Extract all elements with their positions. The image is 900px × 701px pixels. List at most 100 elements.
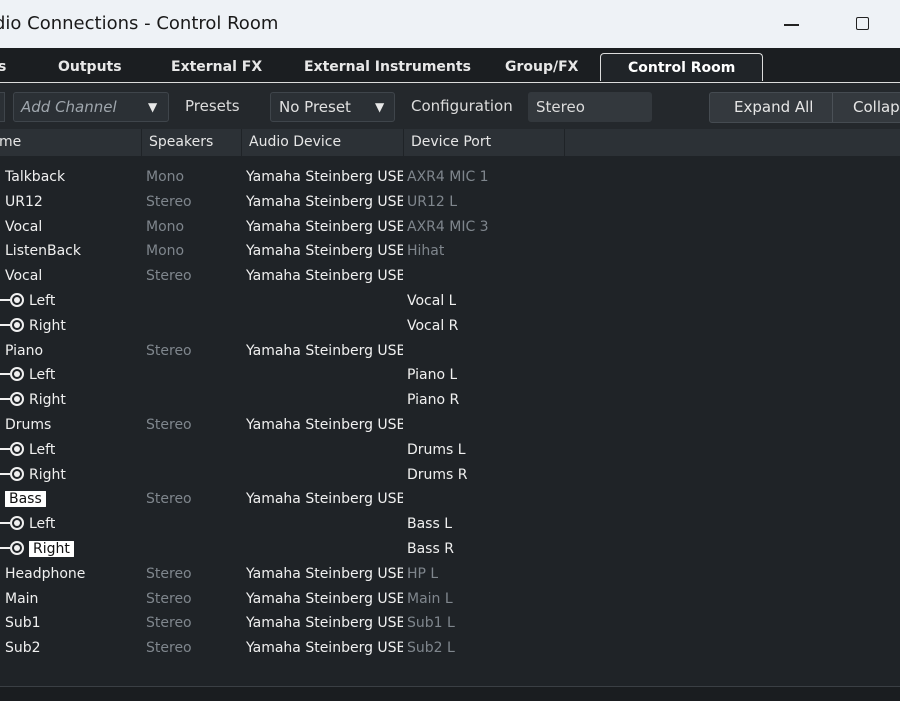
device-port-cell[interactable]: Drums R [407,467,468,483]
configuration-field[interactable]: Stereo [528,92,652,122]
audio-device-cell[interactable]: Yamaha Steinberg USB ASIO [246,566,403,582]
audio-device-cell[interactable]: Yamaha Steinberg USB ASIO [246,417,403,433]
name-cell[interactable]: Sub2 [5,640,41,656]
expand-all-button[interactable]: Expand All [734,98,813,116]
name-cell[interactable]: Main [5,591,38,607]
audio-device-cell[interactable]: Yamaha Steinberg USB ASIO [246,243,403,259]
table-row[interactable]: Drums Stereo Yamaha Steinberg USB ASIO [0,413,900,438]
speakers-cell[interactable]: Mono [146,219,184,235]
table-row[interactable]: Sub1 Stereo Yamaha Steinberg USB ASIOSub1 … [0,611,900,636]
device-port-cell[interactable]: Sub1 L [407,615,455,631]
name-cell[interactable]: Left [0,293,55,309]
speakers-cell[interactable]: Stereo [146,268,192,284]
speakers-cell[interactable]: Stereo [146,491,192,507]
device-port-cell[interactable]: Vocal L [407,293,456,309]
column-speakers[interactable]: Speakers [142,129,242,156]
name-cell[interactable]: Right [0,466,66,483]
speakers-cell[interactable]: Stereo [146,640,192,656]
column-audio-device[interactable]: Audio Device [242,129,404,156]
preset-select[interactable]: No Preset ▼ [270,92,395,122]
audio-device-cell[interactable]: Yamaha Steinberg USB ASIO [246,268,403,284]
name-cell[interactable]: Bass [5,491,46,508]
device-port-cell[interactable]: HP L [407,566,438,582]
table-row[interactable]: ListenBack Mono Yamaha Steinberg USB ASIOH… [0,239,900,264]
toolbar-left-control[interactable] [0,92,5,122]
name-cell[interactable]: Left [0,516,55,532]
device-port-cell[interactable]: Main L [407,591,453,607]
device-port-cell[interactable]: AXR4 MIC 1 [407,169,489,185]
name-cell[interactable]: Talkback [5,169,65,185]
table-row[interactable]: UR12 Stereo Yamaha Steinberg USB ASIOUR12 … [0,190,900,215]
channel-name: Vocal [5,218,43,235]
name-cell[interactable]: Vocal [5,268,42,284]
audio-device-cell[interactable]: Yamaha Steinberg USB ASIO [246,169,403,185]
audio-device-cell[interactable]: Yamaha Steinberg USB ASIO [246,343,403,359]
tab-control-room[interactable]: Control Room [600,53,764,81]
name-cell[interactable]: Left [0,441,55,458]
table-row[interactable]: Piano Stereo Yamaha Steinberg USB ASIO [0,339,900,364]
speakers-cell[interactable]: Stereo [146,194,192,210]
speakers-cell[interactable]: Mono [146,243,184,259]
tab-group-fx[interactable]: Group/FX [505,59,578,75]
table-row[interactable]: Vocal Stereo Yamaha Steinberg USB ASIO [0,264,900,289]
minimize-icon[interactable] [776,10,806,38]
table-subrow[interactable]: Left Vocal L [0,289,900,314]
device-port-cell[interactable]: Bass R [407,541,454,557]
table-row[interactable]: Main Stereo Yamaha Steinberg USB ASIOMain … [0,587,900,612]
device-port-cell[interactable]: Sub2 L [407,640,455,656]
device-port-cell[interactable]: AXR4 MIC 3 [407,219,489,235]
name-cell[interactable]: ListenBack [5,243,81,259]
column-name[interactable]: me [0,129,142,156]
tab-outputs[interactable]: Outputs [58,59,122,75]
table-subrow[interactable]: Right Vocal R [0,314,900,339]
name-cell[interactable]: Right [0,392,66,408]
table-row[interactable]: Sub2 Stereo Yamaha Steinberg USB ASIOSub2 … [0,636,900,661]
device-port-cell[interactable]: Vocal R [407,318,458,334]
audio-device-cell[interactable]: Yamaha Steinberg USB ASIO [246,615,403,631]
table-row[interactable]: Headphone Stereo Yamaha Steinberg USB ASIO… [0,562,900,587]
audio-device-cell[interactable]: Yamaha Steinberg USB ASIO [246,640,403,656]
speakers-cell[interactable]: Stereo [146,566,192,582]
table-row[interactable]: Bass Stereo Yamaha Steinberg USB ASIO [0,487,900,512]
column-device-port[interactable]: Device Port [404,129,565,156]
name-cell[interactable]: Piano [5,343,43,359]
name-cell[interactable]: UR12 [5,194,43,210]
add-channel-dropdown[interactable]: Add Channel ▼ [13,92,169,122]
audio-device-cell[interactable]: Yamaha Steinberg USB ASIO [246,491,403,507]
name-cell[interactable]: Headphone [5,566,85,582]
name-cell[interactable]: Right [0,541,74,557]
maximize-icon[interactable] [848,10,878,38]
table-subrow[interactable]: Right Piano R [0,388,900,413]
collapse-all-button[interactable]: Collaps [853,98,900,116]
table-subrow[interactable]: Left Drums L [0,438,900,463]
name-cell[interactable]: Right [0,317,66,334]
speakers-cell[interactable]: Stereo [146,343,192,359]
device-port-cell[interactable]: Piano L [407,367,457,383]
tab-external-fx[interactable]: External FX [171,59,262,75]
device-port-cell[interactable]: Piano R [407,392,459,408]
device-port-cell[interactable]: UR12 L [407,194,457,210]
tab-inputs[interactable]: s [0,59,6,75]
audio-device-cell[interactable]: Yamaha Steinberg USB ASIO [246,591,403,607]
bottom-scrollbar[interactable] [0,686,900,701]
speakers-cell[interactable]: Stereo [146,417,192,433]
name-cell[interactable]: Sub1 [5,615,41,631]
audio-device-cell[interactable]: Yamaha Steinberg USB ASIO [246,194,403,210]
name-cell[interactable]: Drums [5,417,51,433]
device-port-cell[interactable]: Drums L [407,442,466,458]
name-cell[interactable]: Left [0,367,55,383]
table-subrow[interactable]: Right Drums R [0,463,900,488]
table-subrow[interactable]: Left Bass L [0,512,900,537]
device-port-cell[interactable]: Bass L [407,516,452,532]
table-row[interactable]: Talkback Mono Yamaha Steinberg USB ASIOAXR… [0,165,900,190]
tab-external-instruments[interactable]: External Instruments [304,59,471,75]
table-subrow[interactable]: Left Piano L [0,363,900,388]
speakers-cell[interactable]: Stereo [146,615,192,631]
speakers-cell[interactable]: Stereo [146,591,192,607]
table-subrow[interactable]: Right Bass R [0,537,900,562]
device-port-cell[interactable]: Hihat [407,243,444,259]
table-row[interactable]: Vocal Mono Yamaha Steinberg USB ASIOAXR4 M… [0,215,900,240]
audio-device-cell[interactable]: Yamaha Steinberg USB ASIO [246,219,403,235]
speakers-cell[interactable]: Mono [146,169,184,185]
name-cell[interactable]: Vocal [5,219,42,235]
